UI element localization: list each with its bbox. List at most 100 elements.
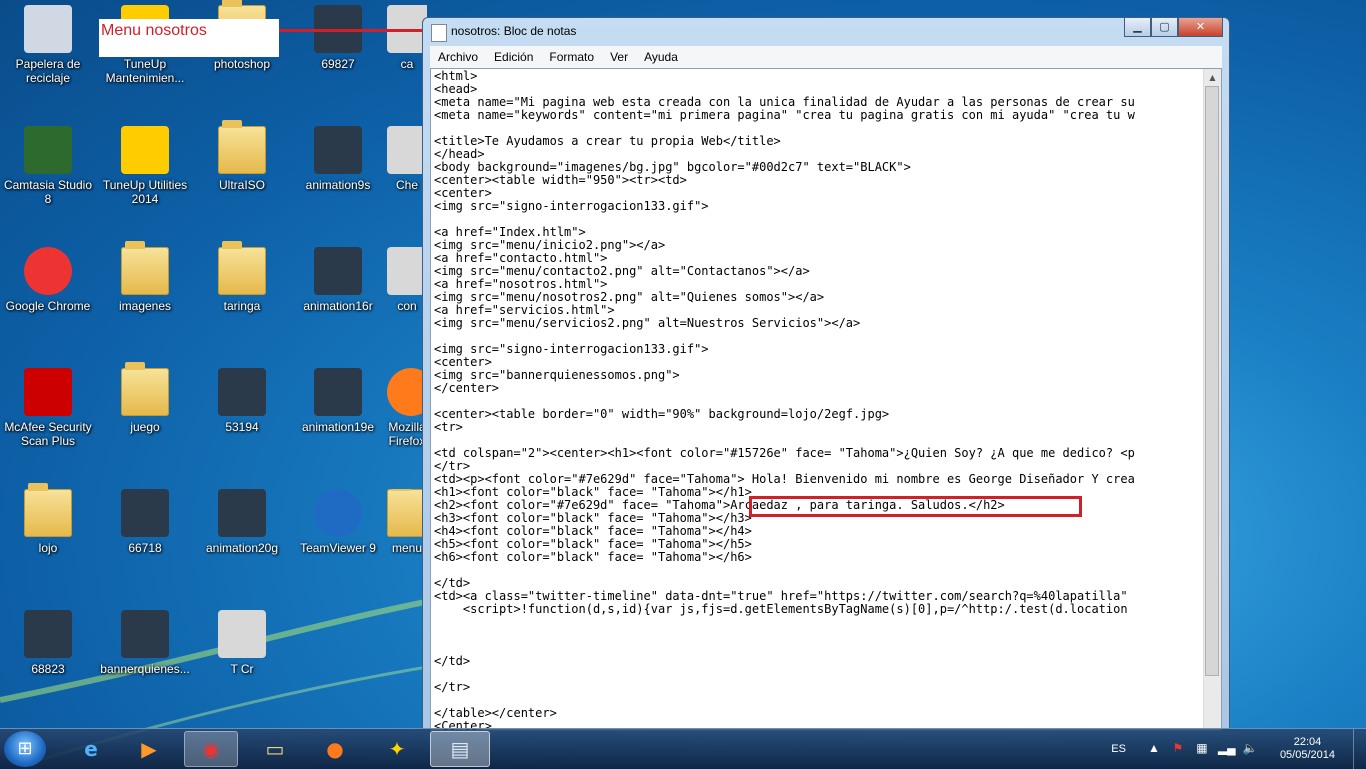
desktop-icon[interactable]: taringa — [194, 241, 290, 313]
desktop-icon-label: 53194 — [225, 420, 259, 434]
code-line[interactable] — [434, 629, 1135, 642]
system-tray: ES ▲ ⚑ ▦ ▂▄ 🔈 22:04 05/05/2014 — [1111, 729, 1366, 769]
desktop-icon[interactable]: 68823 — [0, 610, 96, 676]
desktop-icon[interactable]: Camtasia Studio 8 — [0, 126, 96, 206]
desktop-icon[interactable]: ca — [387, 5, 427, 71]
notepad-app-icon[interactable] — [431, 24, 447, 42]
code-line[interactable]: <img src="signo-interrogacion133.gif"> — [434, 343, 1135, 356]
taskbar: ⊞ e ▶ ◉ ▭ ● ✦ ▤ ES ▲ ⚑ ▦ ▂▄ 🔈 22:04 05/0… — [0, 728, 1366, 769]
desktop-icon[interactable]: 66718 — [97, 489, 193, 555]
desktop-icon[interactable]: lojo — [0, 483, 96, 555]
menu-ayuda[interactable]: Ayuda — [636, 50, 686, 64]
desktop-icon[interactable]: TuneUp Utilities 2014 — [97, 126, 193, 206]
text-editor[interactable]: <html> <head> <meta name="Mi pagina web es… — [430, 68, 1222, 731]
window-controls: ▁ ▢ ✕ — [1124, 18, 1223, 37]
code-line[interactable]: </td> — [434, 655, 1135, 668]
desktop-icon[interactable]: Google Chrome — [0, 247, 96, 313]
code-line[interactable]: <title>Te Ayudamos a crear tu propia Web… — [434, 135, 1135, 148]
code-line[interactable] — [434, 564, 1135, 577]
media-player-icon[interactable]: ▶ — [122, 731, 176, 767]
annotation-arrow — [279, 29, 427, 32]
image-icon — [218, 489, 266, 537]
desktop-icon-label: bannerquienes... — [100, 662, 190, 676]
code-line[interactable]: </center> — [434, 382, 1135, 395]
desktop-icon-label: TeamViewer 9 — [300, 541, 376, 555]
desktop-icon[interactable]: 53194 — [194, 368, 290, 434]
desktop-icon[interactable]: juego — [97, 362, 193, 434]
code-line[interactable]: <td colspan="2"><center><h1><font color=… — [434, 447, 1135, 460]
firefox-icon — [387, 368, 427, 416]
code-line[interactable] — [434, 668, 1135, 681]
tray-arrow-icon[interactable]: ▲ — [1146, 741, 1162, 757]
windows-start-icon[interactable]: ⊞ — [4, 731, 46, 767]
minimize-button[interactable]: ▁ — [1124, 18, 1151, 37]
code-line[interactable]: </table></center> — [434, 707, 1135, 720]
scroll-thumb[interactable] — [1205, 86, 1219, 676]
clock[interactable]: 22:04 05/05/2014 — [1280, 736, 1335, 762]
desktop-icon[interactable]: T Cr — [194, 610, 290, 676]
menu-ver[interactable]: Ver — [602, 50, 636, 64]
code-line[interactable]: <tr> — [434, 421, 1135, 434]
desktop-icon-label: Mozilla Firefox — [388, 420, 426, 448]
notepad-icon[interactable]: ▤ — [430, 731, 490, 767]
desktop-icon[interactable]: Mozilla Firefox — [387, 368, 427, 448]
close-button[interactable]: ✕ — [1178, 18, 1223, 37]
code-line[interactable]: <script>!function(d,s,id){var js,fjs=d.g… — [434, 603, 1135, 616]
desktop-icon[interactable]: McAfee Security Scan Plus — [0, 368, 96, 448]
desktop-icon[interactable]: con — [387, 247, 427, 313]
code-line[interactable] — [434, 642, 1135, 655]
chrome-icon[interactable]: ◉ — [184, 731, 238, 767]
code-line[interactable]: <img src="bannerquienessomos.png"> — [434, 369, 1135, 382]
internet-explorer-icon[interactable]: e — [64, 731, 118, 767]
device-icon[interactable]: ▦ — [1194, 741, 1210, 757]
scroll-up-icon[interactable]: ▲ — [1204, 69, 1221, 86]
code-line[interactable]: <h6><font color="black" face= "Tahoma"><… — [434, 551, 1135, 564]
teamviewer-icon — [314, 489, 362, 537]
code-line[interactable]: <img src="signo-interrogacion133.gif"> — [434, 200, 1135, 213]
code-line[interactable]: <meta name="keywords" content="mi primer… — [434, 109, 1135, 122]
desktop-icon-label: menu — [391, 541, 423, 555]
menu-bar: Archivo Edición Formato Ver Ayuda — [430, 46, 1222, 68]
app-icon — [387, 126, 427, 174]
clock-time: 22:04 — [1293, 736, 1322, 748]
action-center-icon[interactable]: ⚑ — [1170, 741, 1186, 757]
firefox-icon[interactable]: ● — [308, 731, 362, 767]
code-text[interactable]: <html> <head> <meta name="Mi pagina web es… — [434, 70, 1135, 731]
folder-icon — [387, 489, 427, 537]
desktop-icon[interactable]: Papelera de reciclaje — [0, 5, 96, 85]
desktop-icon[interactable]: Che — [387, 126, 427, 192]
highlight-box — [749, 496, 1082, 517]
maximize-button[interactable]: ▢ — [1151, 18, 1178, 37]
code-line[interactable]: </tr> — [434, 681, 1135, 694]
code-line[interactable]: <center><table border="0" width="90%" ba… — [434, 408, 1135, 421]
desktop-icon-label: imagenes — [118, 299, 172, 313]
code-line[interactable]: <html> — [434, 70, 1135, 83]
vertical-scrollbar[interactable]: ▲ — [1203, 69, 1221, 730]
desktop-icon[interactable]: animation19e — [290, 368, 386, 434]
volume-icon[interactable]: 🔈 — [1242, 741, 1258, 757]
menu-formato[interactable]: Formato — [541, 50, 602, 64]
code-line[interactable] — [434, 616, 1135, 629]
desktop-icon[interactable]: animation9s — [290, 126, 386, 192]
desktop-icon[interactable]: menu — [387, 489, 427, 555]
code-line[interactable]: <img src="menu/servicios2.png" alt=Nuest… — [434, 317, 1135, 330]
menu-edicion[interactable]: Edición — [486, 50, 541, 64]
desktop-icon[interactable]: imagenes — [97, 241, 193, 313]
show-desktop-button[interactable] — [1353, 729, 1366, 769]
desktop-icon[interactable]: bannerquienes... — [97, 610, 193, 676]
notepad-window[interactable]: nosotros: Bloc de notas ▁ ▢ ✕ Archivo Ed… — [422, 17, 1230, 731]
desktop-icon-label: 68823 — [31, 662, 65, 676]
code-line[interactable]: <center><table width="950"><tr><td> — [434, 174, 1135, 187]
desktop-icon[interactable]: animation20g — [194, 489, 290, 555]
desktop-icon[interactable]: UltraISO — [194, 120, 290, 192]
language-indicator[interactable]: ES — [1111, 743, 1126, 755]
camtasia-icon — [24, 126, 72, 174]
file-explorer-icon[interactable]: ▭ — [248, 731, 302, 767]
desktop-icon[interactable]: 69827 — [290, 5, 386, 71]
tuneup-icon[interactable]: ✦ — [370, 731, 424, 767]
network-icon[interactable]: ▂▄ — [1218, 741, 1236, 757]
image-icon — [314, 368, 362, 416]
desktop-icon[interactable]: animation16r — [290, 247, 386, 313]
desktop-icon[interactable]: TeamViewer 9 — [290, 489, 386, 555]
menu-archivo[interactable]: Archivo — [430, 50, 486, 64]
